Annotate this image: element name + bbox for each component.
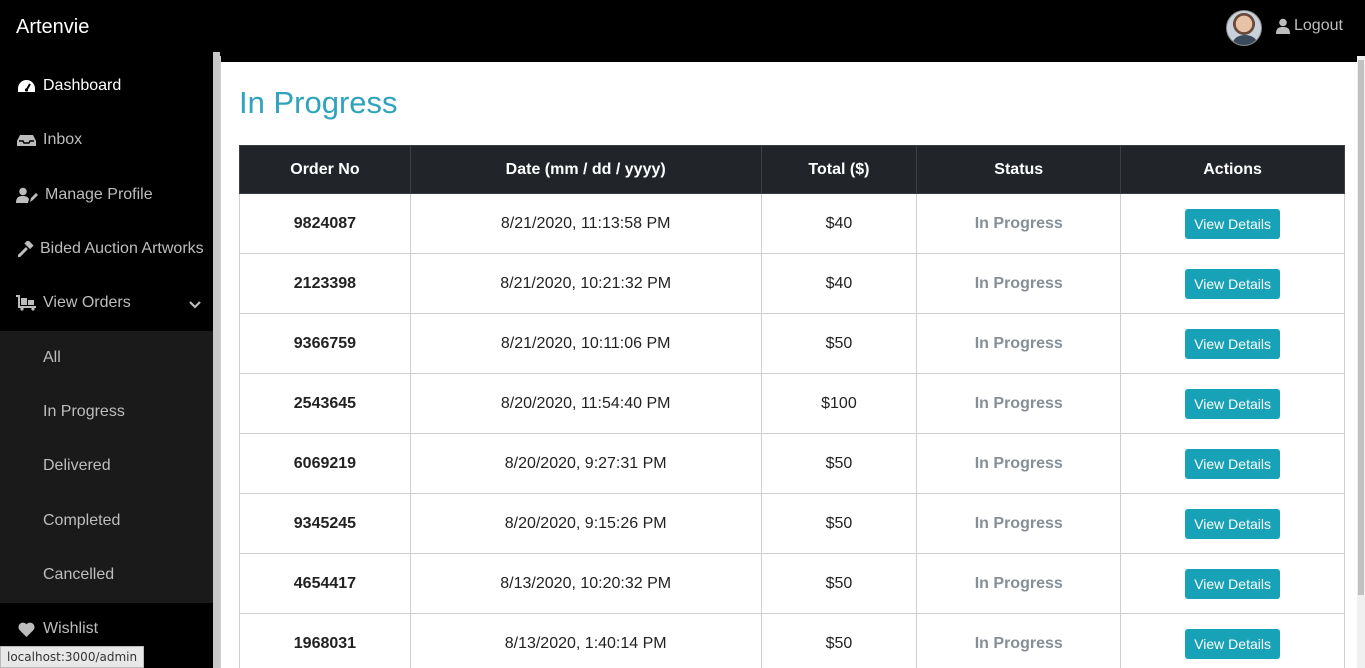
order-total: $50 xyxy=(760,553,918,614)
actions-cell: View Details xyxy=(1120,433,1345,494)
order-total: $50 xyxy=(760,493,918,554)
sidebar-item-label: Manage Profile xyxy=(45,186,153,203)
brand-logo[interactable]: Artenvie xyxy=(16,16,89,39)
sidebar-item-manage-profile[interactable]: Manage Profile xyxy=(0,168,213,222)
column-header-total[interactable]: Total ($) xyxy=(760,145,918,194)
order-number: 4654417 xyxy=(239,553,411,614)
order-total: $100 xyxy=(760,373,918,434)
order-total: $50 xyxy=(760,613,918,668)
sidebar-item-label: Bided Auction Artworks xyxy=(40,240,204,257)
order-status: In Progress xyxy=(916,613,1122,668)
submenu-item-completed[interactable]: Completed xyxy=(0,494,213,548)
order-number: 2543645 xyxy=(239,373,411,434)
order-number: 6069219 xyxy=(239,433,411,494)
table-row: 1968031 8/13/2020, 1:40:14 PM $50 In Pro… xyxy=(239,613,1345,668)
view-details-button[interactable]: View Details xyxy=(1185,208,1280,239)
avatar[interactable] xyxy=(1226,10,1262,46)
submenu-item-delivered[interactable]: Delivered xyxy=(0,439,213,493)
logout-label: Logout xyxy=(1294,17,1343,34)
order-status: In Progress xyxy=(916,253,1122,314)
actions-cell: View Details xyxy=(1120,313,1345,374)
top-navbar: Artenvie Logout xyxy=(0,0,1365,56)
column-header-order-no[interactable]: Order No xyxy=(239,145,411,194)
sidebar-item-view-orders[interactable]: View Orders xyxy=(0,276,213,330)
heart-icon xyxy=(16,621,36,637)
submenu-item-cancelled[interactable]: Cancelled xyxy=(0,548,213,602)
sidebar-item-label: Wishlist xyxy=(43,620,99,637)
table-row: 2543645 8/20/2020, 11:54:40 PM $100 In P… xyxy=(239,373,1345,434)
order-date: 8/13/2020, 1:40:14 PM xyxy=(409,613,762,668)
page-scrollbar[interactable] xyxy=(1357,56,1365,668)
column-header-date[interactable]: Date (mm / dd / yyyy) xyxy=(409,145,762,194)
order-date: 8/13/2020, 10:20:32 PM xyxy=(409,553,762,614)
chevron-down-icon xyxy=(189,296,201,314)
submenu-item-all[interactable]: All xyxy=(0,331,213,385)
user-edit-icon xyxy=(16,187,38,203)
scrollbar-thumb[interactable] xyxy=(1358,60,1364,595)
order-date: 8/20/2020, 11:54:40 PM xyxy=(409,373,762,434)
sidebar-item-label: View Orders xyxy=(43,294,131,311)
table-row: 9824087 8/21/2020, 11:13:58 PM $40 In Pr… xyxy=(239,193,1345,254)
orders-table: Order No Date (mm / dd / yyyy) Total ($)… xyxy=(239,145,1345,668)
actions-cell: View Details xyxy=(1120,553,1345,614)
submenu-item-in-progress[interactable]: In Progress xyxy=(0,385,213,439)
sidebar-item-dashboard[interactable]: Dashboard xyxy=(0,59,213,113)
table-row: 4654417 8/13/2020, 10:20:32 PM $50 In Pr… xyxy=(239,553,1345,614)
order-status: In Progress xyxy=(916,313,1122,374)
view-details-button[interactable]: View Details xyxy=(1185,508,1280,539)
sidebar-item-inbox[interactable]: Inbox xyxy=(0,113,213,167)
sidebar-item-label: Dashboard xyxy=(43,77,122,94)
view-details-button[interactable]: View Details xyxy=(1185,568,1280,599)
order-status: In Progress xyxy=(916,553,1122,614)
table-row: 9366759 8/21/2020, 10:11:06 PM $50 In Pr… xyxy=(239,313,1345,374)
order-date: 8/21/2020, 10:11:06 PM xyxy=(409,313,762,374)
orders-submenu: All In Progress Delivered Completed Canc… xyxy=(0,331,213,603)
view-details-button[interactable]: View Details xyxy=(1185,388,1280,419)
order-date: 8/20/2020, 9:27:31 PM xyxy=(409,433,762,494)
view-details-button[interactable]: View Details xyxy=(1185,628,1280,659)
view-details-button[interactable]: View Details xyxy=(1185,268,1280,299)
sidebar-item-bided-auction-artworks[interactable]: Bided Auction Artworks xyxy=(0,222,213,276)
gavel-icon xyxy=(16,241,36,257)
browser-status-url: localhost:3000/admin xyxy=(0,646,145,668)
sidebar-scrollbar[interactable] xyxy=(213,52,220,668)
order-total: $40 xyxy=(760,253,918,314)
dashboard-icon xyxy=(16,78,36,94)
column-header-actions: Actions xyxy=(1120,145,1345,194)
actions-cell: View Details xyxy=(1120,493,1345,554)
order-number: 9366759 xyxy=(239,313,411,374)
order-date: 8/21/2020, 11:13:58 PM xyxy=(409,193,762,254)
order-number: 1968031 xyxy=(239,613,411,668)
order-date: 8/20/2020, 9:15:26 PM xyxy=(409,493,762,554)
order-status: In Progress xyxy=(916,373,1122,434)
order-status: In Progress xyxy=(916,433,1122,494)
cart-icon xyxy=(16,295,36,311)
order-total: $40 xyxy=(760,193,918,254)
user-icon xyxy=(1276,18,1290,34)
sidebar-item-label: Inbox xyxy=(43,131,83,148)
inbox-icon xyxy=(16,132,36,148)
order-status: In Progress xyxy=(916,493,1122,554)
order-number: 9345245 xyxy=(239,493,411,554)
page-title: In Progress xyxy=(239,85,398,120)
table-header-row: Order No Date (mm / dd / yyyy) Total ($)… xyxy=(239,145,1345,194)
order-number: 9824087 xyxy=(239,193,411,254)
table-row: 2123398 8/21/2020, 10:21:32 PM $40 In Pr… xyxy=(239,253,1345,314)
view-details-button[interactable]: View Details xyxy=(1185,448,1280,479)
view-details-button[interactable]: View Details xyxy=(1185,328,1280,359)
actions-cell: View Details xyxy=(1120,253,1345,314)
table-row: 6069219 8/20/2020, 9:27:31 PM $50 In Pro… xyxy=(239,433,1345,494)
order-number: 2123398 xyxy=(239,253,411,314)
actions-cell: View Details xyxy=(1120,193,1345,254)
order-status: In Progress xyxy=(916,193,1122,254)
actions-cell: View Details xyxy=(1120,373,1345,434)
order-total: $50 xyxy=(760,433,918,494)
order-date: 8/21/2020, 10:21:32 PM xyxy=(409,253,762,314)
actions-cell: View Details xyxy=(1120,613,1345,668)
logout-button[interactable]: Logout xyxy=(1276,17,1343,35)
order-total: $50 xyxy=(760,313,918,374)
column-header-status[interactable]: Status xyxy=(916,145,1122,194)
table-row: 9345245 8/20/2020, 9:15:26 PM $50 In Pro… xyxy=(239,493,1345,554)
sidebar: Dashboard Inbox Manage Profile Bided Auc… xyxy=(0,52,213,668)
